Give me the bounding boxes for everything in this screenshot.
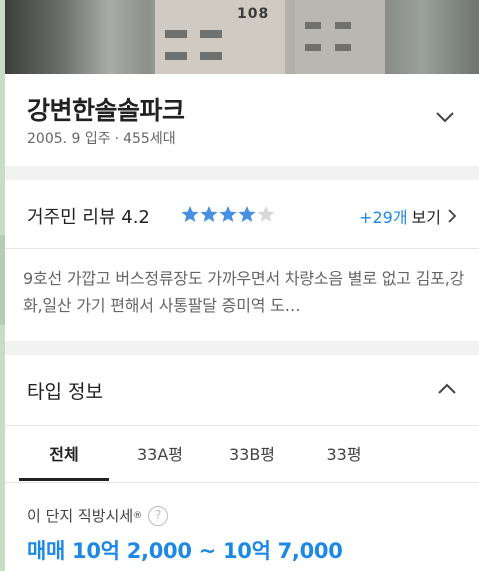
- star-icon: [238, 206, 256, 222]
- chevron-down-icon[interactable]: [435, 110, 455, 124]
- chevron-right-icon: [448, 209, 457, 223]
- tab-all[interactable]: 전체: [19, 441, 109, 465]
- review-label: 거주민 리뷰 4.2: [27, 207, 150, 228]
- price-label: 이 단지 직방시세 ® ?: [27, 505, 169, 526]
- review-excerpt[interactable]: 9호선 가깝고 버스정류장도 가까우면서 차량소음 별로 없고 김포,강화,일산…: [23, 265, 469, 319]
- star-icon: [257, 206, 275, 222]
- section-gap: [5, 166, 479, 180]
- household-count: 455세대: [123, 131, 176, 147]
- review-more-link[interactable]: +29개 보기: [359, 204, 457, 228]
- star-icon: [200, 206, 218, 222]
- review-more-label: 보기: [411, 208, 441, 227]
- price-label-text: 이 단지 직방시세: [27, 507, 134, 525]
- registered-mark: ®: [133, 510, 143, 521]
- chevron-up-icon[interactable]: [437, 382, 457, 396]
- question-circle-icon[interactable]: ?: [148, 505, 169, 526]
- divider: [5, 482, 479, 483]
- apartment-header[interactable]: 강변한솔솔파크 2005. 9 입주 · 455세대: [5, 74, 479, 166]
- type-tabs: 전체 33A평 33B평 33평: [5, 425, 479, 482]
- divider: [5, 248, 479, 249]
- built-date: 2005. 9 입주: [27, 131, 111, 147]
- tab-33a[interactable]: 33A평: [115, 441, 205, 465]
- meta-separator: ·: [114, 131, 120, 147]
- type-info-title: 타입 정보: [27, 381, 103, 403]
- apartment-detail-panel: 108 강변한솔솔파크 2005. 9 입주 · 455세대 거주민 리뷰 4.2 …: [5, 0, 479, 571]
- building-number: 108: [237, 6, 270, 22]
- apartment-name: 강변한솔솔파크: [27, 96, 185, 125]
- tab-33b[interactable]: 33B평: [207, 441, 297, 465]
- price-range: 매매 10억 2,000 ~ 10억 7,000: [27, 539, 343, 563]
- tab-33[interactable]: 33평: [299, 441, 389, 465]
- active-tab-indicator: [19, 478, 109, 481]
- review-more-count: +29개: [359, 208, 408, 227]
- review-summary[interactable]: 거주민 리뷰 4.2 +29개 보기: [5, 180, 479, 248]
- star-icon: [219, 206, 237, 222]
- section-gap: [5, 341, 479, 355]
- apartment-meta: 2005. 9 입주 · 455세대: [27, 128, 176, 148]
- star-icon: [181, 206, 199, 222]
- apartment-photo: 108: [5, 0, 479, 74]
- star-rating: [181, 205, 275, 223]
